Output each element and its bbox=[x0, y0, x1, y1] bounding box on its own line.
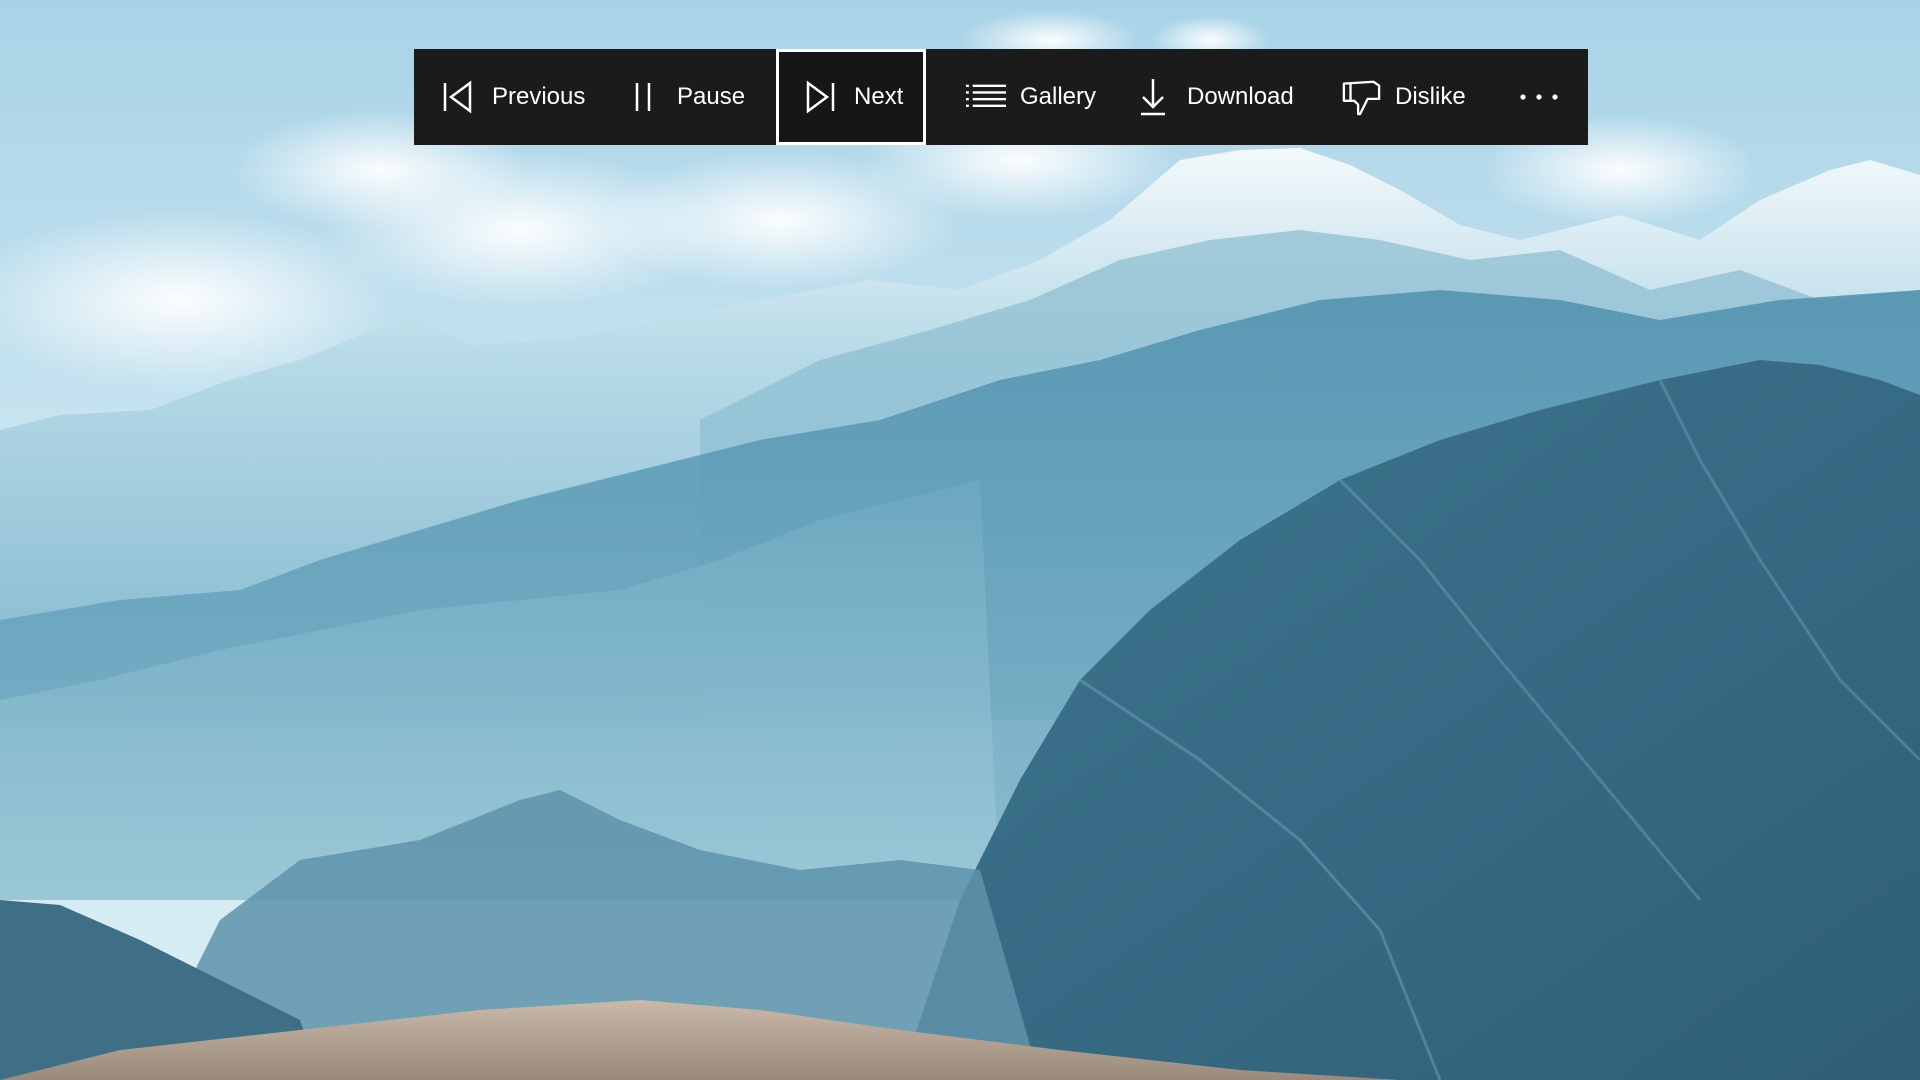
pause-label: Pause bbox=[677, 83, 746, 110]
gallery-button[interactable]: Gallery bbox=[930, 49, 1115, 145]
next-button[interactable]: Next bbox=[776, 49, 926, 145]
slideshow-stage: Previous Pause Next Gallery Download Dis… bbox=[0, 0, 1920, 1080]
download-label: Download bbox=[1187, 83, 1294, 110]
dislike-button[interactable]: Dislike bbox=[1325, 49, 1497, 145]
dislike-label: Dislike bbox=[1395, 83, 1466, 110]
mountain-landscape-image bbox=[0, 0, 1920, 1080]
slideshow-toolbar: Previous Pause Next Gallery Download Dis… bbox=[414, 49, 1588, 145]
next-label: Next bbox=[854, 83, 904, 110]
skip-next-icon bbox=[800, 77, 840, 117]
download-button[interactable]: Download bbox=[1115, 49, 1325, 145]
more-horizontal-icon bbox=[1519, 77, 1559, 117]
gallery-label: Gallery bbox=[1020, 83, 1097, 110]
download-icon bbox=[1133, 77, 1173, 117]
skip-previous-icon bbox=[438, 77, 478, 117]
thumbs-down-icon bbox=[1341, 77, 1381, 117]
pause-button[interactable]: Pause bbox=[607, 49, 772, 145]
pause-icon bbox=[623, 77, 663, 117]
previous-label: Previous bbox=[492, 83, 586, 110]
more-options-button[interactable] bbox=[1497, 49, 1577, 145]
list-icon bbox=[966, 77, 1006, 117]
previous-button[interactable]: Previous bbox=[414, 49, 607, 145]
